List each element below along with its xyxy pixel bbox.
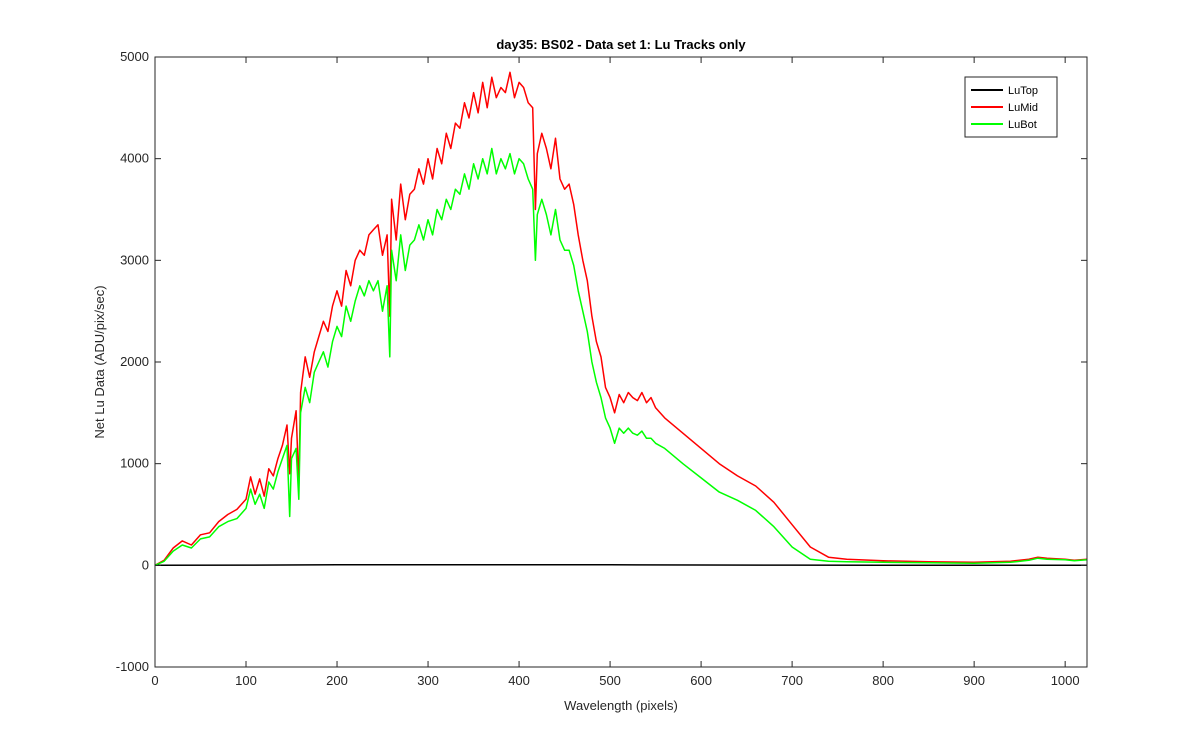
y-tick-label: 2000 — [120, 354, 149, 369]
y-tick-label: 5000 — [120, 49, 149, 64]
y-tick-label: 3000 — [120, 252, 149, 267]
x-tick-label: 200 — [326, 673, 348, 688]
y-tick-label: -1000 — [116, 659, 149, 674]
series-line-lutop — [154, 563, 1087, 567]
y-tick-label: 4000 — [120, 151, 149, 166]
x-tick-label: 500 — [599, 673, 621, 688]
x-tick-label: 800 — [872, 673, 894, 688]
x-tick-label: 900 — [963, 673, 985, 688]
legend-label-lumid: LuMid — [1008, 102, 1038, 114]
y-tick-label: 1000 — [120, 456, 149, 471]
x-tick-label: 700 — [781, 673, 803, 688]
plot-area — [155, 57, 1087, 667]
x-tick-label: 100 — [235, 673, 257, 688]
legend-label-lubot: LuBot — [1008, 119, 1037, 131]
x-tick-label: 1000 — [1051, 673, 1080, 688]
x-tick-label: 0 — [151, 673, 158, 688]
chart-canvas: 0 100 200 300 400 500 600 700 800 900 1000-1000010… — [92, 37, 1088, 713]
x-tick-label: 600 — [690, 673, 712, 688]
chart-title: day35: BS02 - Data set 1: Lu Tracks only — [496, 37, 746, 52]
x-axis-label: Wavelength (pixels) — [564, 698, 678, 713]
x-tick-label: 400 — [508, 673, 530, 688]
x-tick-label: 300 — [417, 673, 439, 688]
y-tick-label: 0 — [142, 557, 149, 572]
legend-label-lutop: LuTop — [1008, 85, 1038, 97]
y-axis-label: Net Lu Data (ADU/pix/sec) — [92, 285, 107, 438]
